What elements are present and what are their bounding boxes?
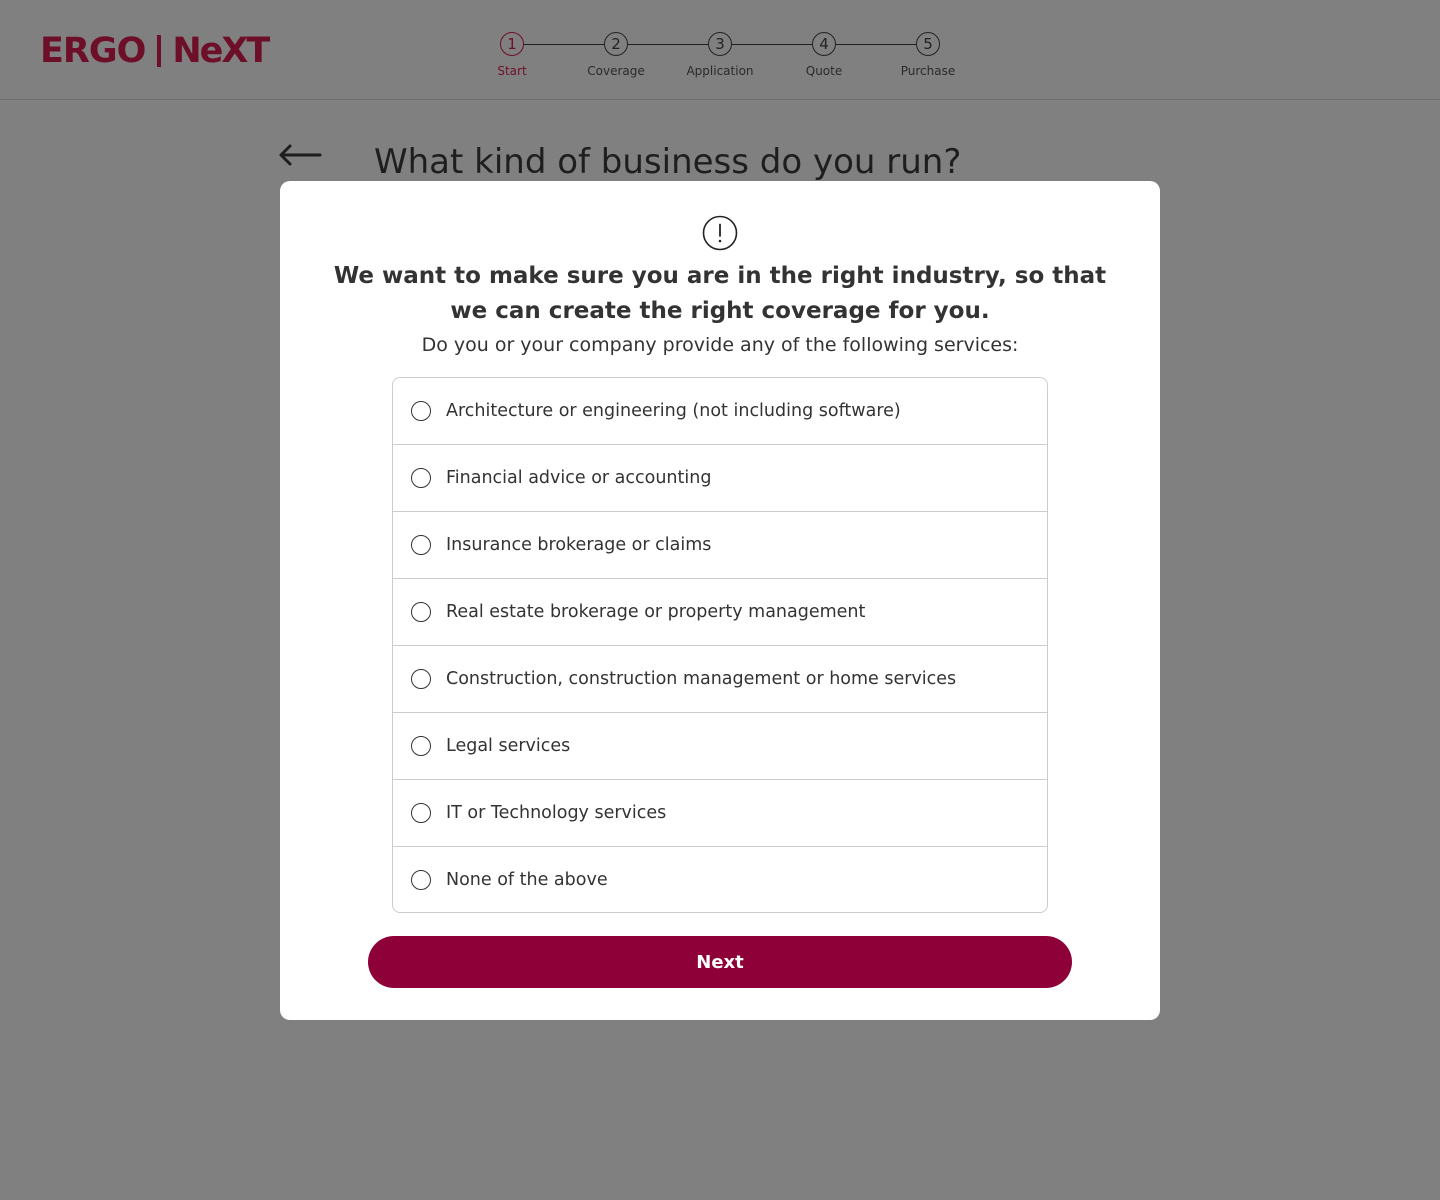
option-financial-advice[interactable]: Financial advice or accounting (393, 445, 1047, 512)
radio-button[interactable] (411, 401, 431, 421)
radio-button[interactable] (411, 535, 431, 555)
step-label: Quote (805, 64, 843, 78)
radio-button[interactable] (411, 736, 431, 756)
option-construction[interactable]: Construction, construction management or… (393, 646, 1047, 713)
step-number: 1 (500, 32, 524, 56)
step-number: 3 (708, 32, 732, 56)
option-legal-services[interactable]: Legal services (393, 713, 1047, 780)
progress-stepper: 1 Start 2 Coverage 3 Application 4 Quote… (460, 32, 980, 82)
next-button[interactable]: Next (368, 936, 1072, 988)
step-number: 2 (604, 32, 628, 56)
option-label: Real estate brokerage or property manage… (446, 602, 866, 622)
step-start: 1 Start (460, 32, 564, 78)
option-none-of-the-above[interactable]: None of the above (393, 847, 1047, 912)
step-number: 4 (812, 32, 836, 56)
step-label: Start (497, 64, 527, 78)
option-label: IT or Technology services (446, 803, 667, 823)
step-application: 3 Application (668, 32, 772, 78)
logo-next-text: NeXT (172, 31, 270, 71)
option-label: Architecture or engineering (not includi… (446, 401, 901, 421)
services-radio-group: Architecture or engineering (not includi… (392, 377, 1048, 913)
page-title: What kind of business do you run? (374, 142, 962, 182)
step-coverage: 2 Coverage (564, 32, 668, 78)
option-label: Insurance brokerage or claims (446, 535, 712, 555)
modal-subheading: Do you or your company provide any of th… (421, 334, 1019, 356)
logo-ergo-text: ERGO (40, 31, 146, 71)
ergo-next-logo[interactable]: ERGO NeXT (40, 31, 270, 71)
radio-button[interactable] (411, 869, 431, 890)
option-label: Financial advice or accounting (446, 468, 712, 488)
option-insurance-brokerage[interactable]: Insurance brokerage or claims (393, 512, 1047, 579)
arrow-left-icon[interactable] (276, 138, 324, 174)
modal-heading: We want to make sure you are in the righ… (333, 263, 1107, 324)
option-label: None of the above (446, 869, 608, 890)
step-number: 5 (916, 32, 940, 56)
step-quote: 4 Quote (772, 32, 876, 78)
option-it-technology[interactable]: IT or Technology services (393, 780, 1047, 847)
option-label: Construction, construction management or… (446, 669, 957, 689)
option-architecture-engineering[interactable]: Architecture or engineering (not includi… (393, 378, 1047, 445)
step-label: Coverage (587, 64, 645, 78)
radio-button[interactable] (411, 468, 431, 488)
radio-button[interactable] (411, 602, 431, 622)
exclamation-circle-icon (702, 215, 738, 251)
logo-divider (157, 35, 162, 67)
radio-button[interactable] (411, 669, 431, 689)
step-label: Application (686, 64, 754, 78)
step-label: Purchase (900, 64, 956, 78)
option-real-estate[interactable]: Real estate brokerage or property manage… (393, 579, 1047, 646)
step-purchase: 5 Purchase (876, 32, 980, 78)
radio-button[interactable] (411, 803, 431, 823)
option-label: Legal services (446, 736, 571, 756)
site-header: ERGO NeXT 1 Start 2 Coverage 3 Applicati… (0, 0, 1440, 100)
industry-check-modal: We want to make sure you are in the righ… (280, 181, 1160, 1020)
